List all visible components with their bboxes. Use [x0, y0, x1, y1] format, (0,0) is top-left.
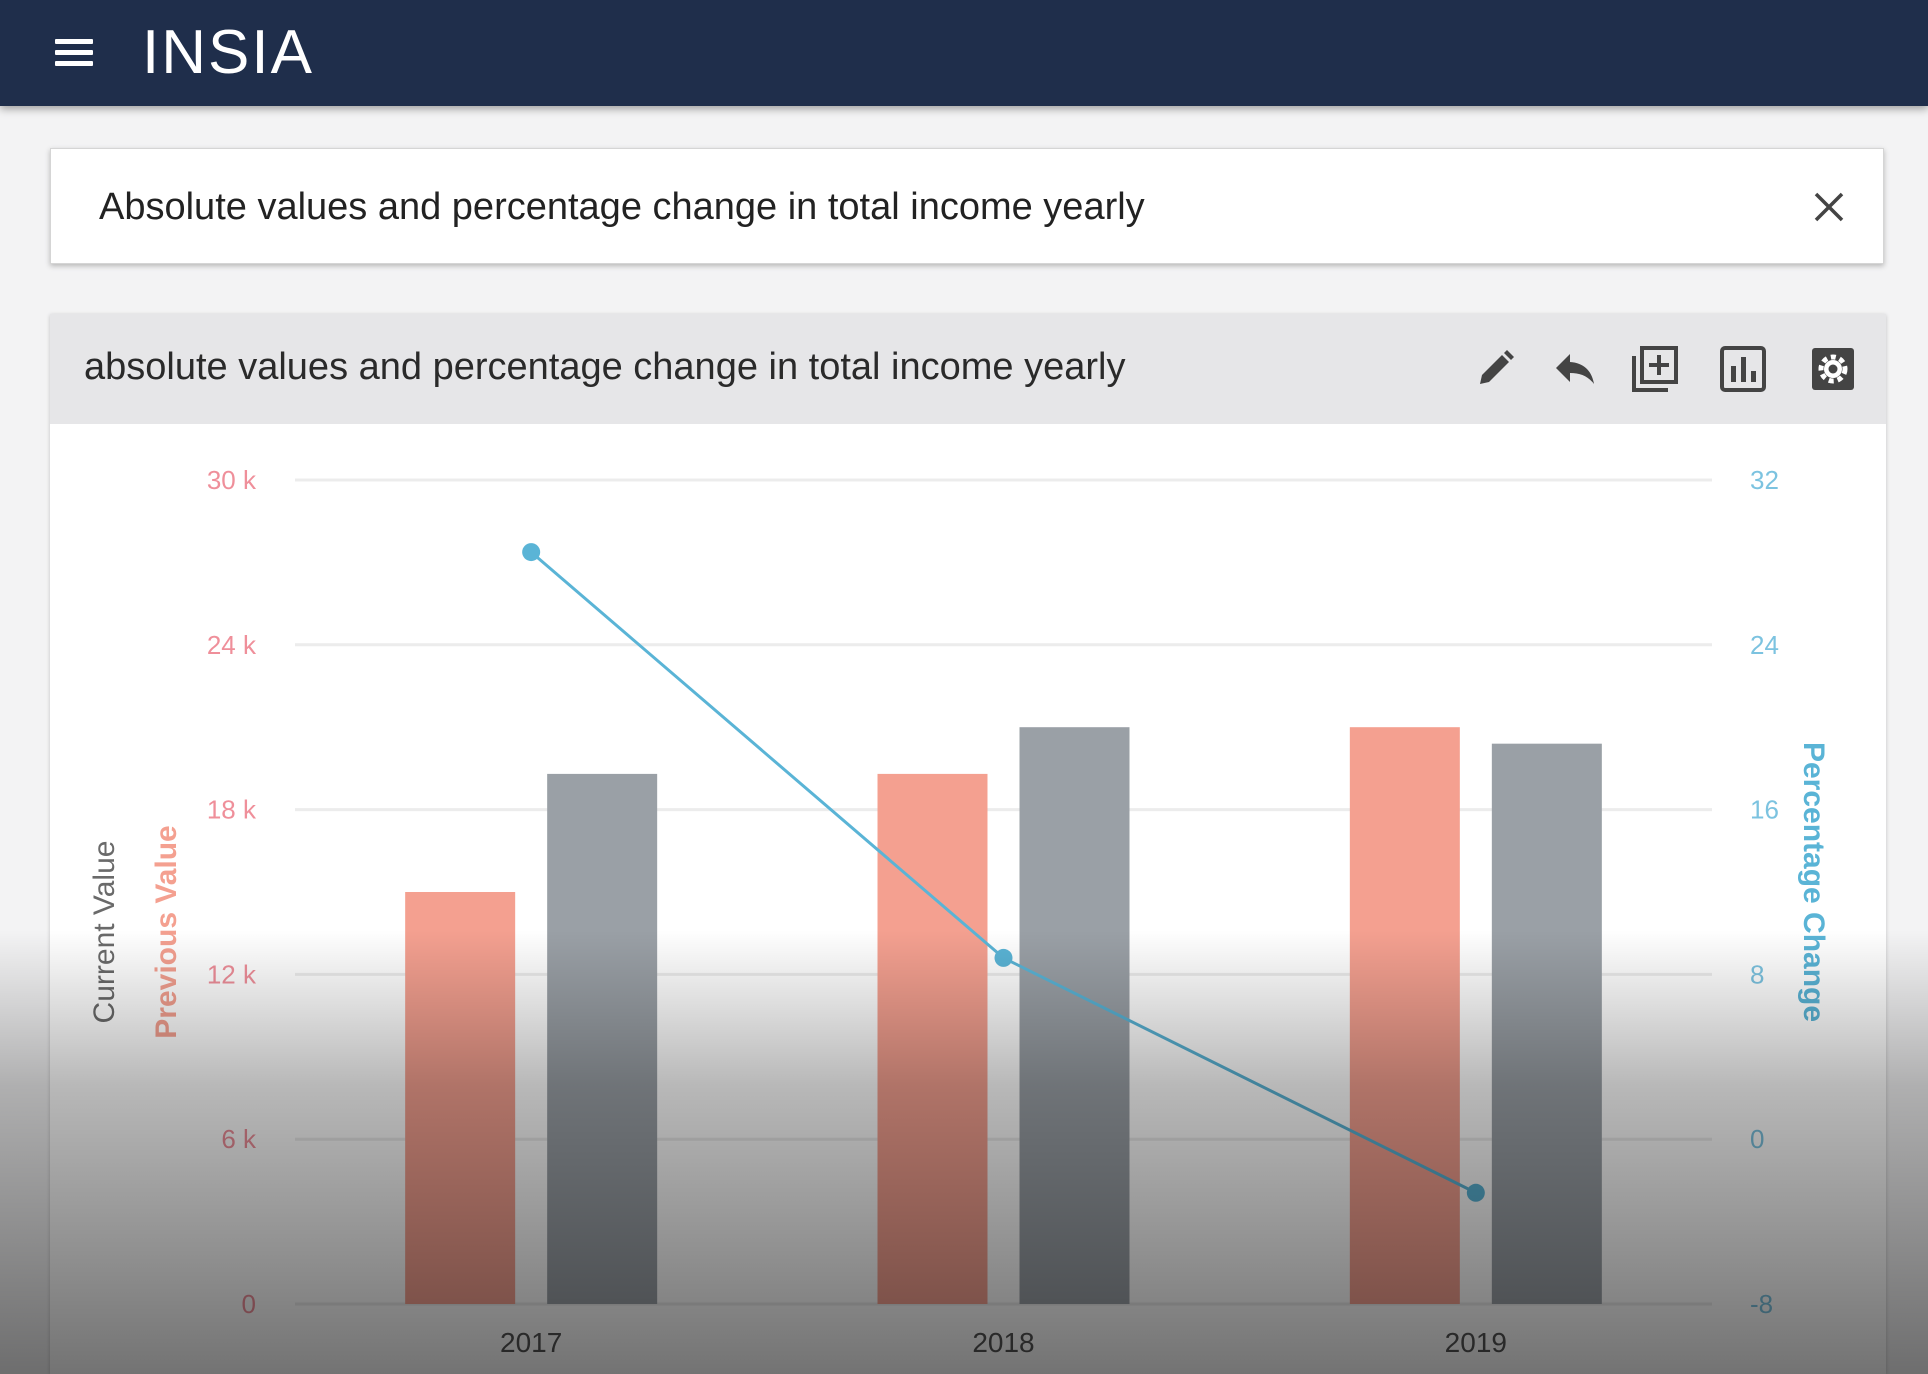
right-axis-tick-label: 0 — [1750, 1124, 1764, 1154]
left-axis-tick-label: 30 k — [207, 465, 257, 495]
current-value-bar-2018 — [1019, 727, 1130, 1304]
left-axis-title-current: Current Value — [88, 841, 121, 1024]
previous-value-bar-2017 — [405, 892, 516, 1304]
right-axis-tick-label: 24 — [1750, 630, 1779, 660]
left-axis-tick-label: 24 k — [207, 630, 257, 660]
app-logo[interactable]: INSIA — [142, 20, 314, 86]
percentage-change-point-2019 — [1466, 1183, 1485, 1202]
x-axis-tick-label: 2018 — [972, 1327, 1034, 1358]
previous-value-bar-2019 — [1349, 727, 1460, 1304]
x-axis-tick-label: 2019 — [1445, 1327, 1507, 1358]
previous-value-bar-2018 — [877, 773, 988, 1304]
left-axis-title-previous: Previous Value — [150, 825, 183, 1038]
right-axis-tick-label: 32 — [1750, 465, 1779, 495]
left-axis-tick-label: 6 k — [221, 1124, 257, 1154]
combo-bar-line-chart: 0 6 k 12 k 18 k 24 k 30 k -8 0 8 16 24 32 2017 2018 20… — [88, 465, 1830, 1358]
percentage-change-line — [530, 550, 1477, 1195]
left-axis-tick-label: 12 k — [207, 959, 257, 989]
current-value-bar-2019 — [1491, 743, 1602, 1304]
right-axis-tick-label: 16 — [1750, 795, 1779, 825]
left-axis-tick-label: 18 k — [207, 795, 257, 825]
right-axis-tick-label: 8 — [1750, 959, 1764, 989]
hamburger-menu-icon[interactable] — [52, 33, 98, 73]
left-axis-tick-label: 0 — [242, 1289, 256, 1319]
x-axis-tick-label: 2017 — [500, 1327, 562, 1358]
percentage-change-point-2017 — [522, 543, 541, 562]
right-axis-title: Percentage Change — [1797, 742, 1830, 1022]
right-axis-tick-label: -8 — [1750, 1289, 1773, 1319]
top-navbar: INSIA — [0, 0, 1928, 106]
current-value-bar-2017 — [547, 773, 658, 1304]
percentage-change-point-2018 — [994, 948, 1013, 967]
